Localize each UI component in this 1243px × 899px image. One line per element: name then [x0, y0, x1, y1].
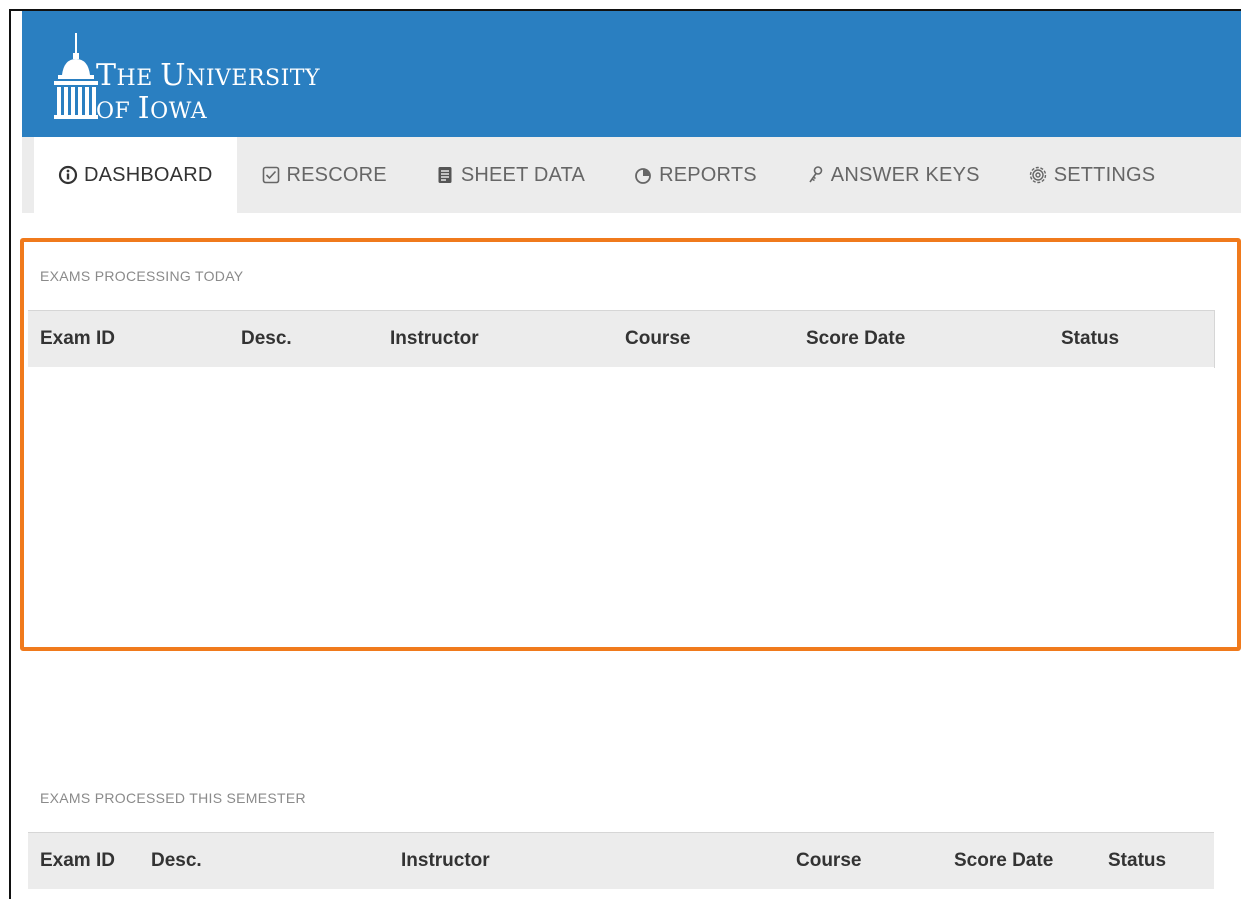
col-status[interactable]: Status	[1061, 311, 1119, 367]
tab-sheet-data-label: SHEET DATA	[460, 163, 586, 186]
col-instructor[interactable]: Instructor	[390, 311, 479, 367]
university-name: THE UNIVERSITY OF IOWA	[96, 61, 320, 127]
col-exam-id[interactable]: Exam ID	[40, 833, 115, 889]
col-score-date[interactable]: Score Date	[806, 311, 905, 367]
exams-today-title: EXAMS PROCESSING TODAY	[40, 268, 244, 284]
table-right-edge	[1214, 310, 1215, 368]
app-header: THE UNIVERSITY OF IOWA	[22, 11, 1241, 137]
old-capitol-dome-icon	[54, 33, 98, 119]
tab-answer-keys-label: ANSWER KEYS	[830, 163, 980, 186]
tab-dashboard-label: DASHBOARD	[84, 163, 213, 186]
tab-sheet-data[interactable]: SHEET DATA	[411, 137, 609, 213]
checkbox-icon	[261, 165, 281, 185]
col-course[interactable]: Course	[796, 833, 861, 889]
exams-today-table-header: Exam ID Desc. Instructor Course Score Da…	[28, 310, 1214, 367]
main-nav: DASHBOARD RESCORE SHEET DATA REPORTS ANS…	[22, 137, 1241, 213]
pie-chart-icon	[633, 165, 653, 185]
tab-dashboard[interactable]: DASHBOARD	[34, 137, 237, 213]
col-status[interactable]: Status	[1108, 833, 1166, 889]
tab-rescore[interactable]: RESCORE	[237, 137, 411, 213]
university-logo[interactable]: THE UNIVERSITY OF IOWA	[52, 29, 372, 129]
exams-semester-title: EXAMS PROCESSED THIS SEMESTER	[40, 790, 306, 806]
col-course[interactable]: Course	[625, 311, 690, 367]
tab-settings[interactable]: SETTINGS	[1004, 137, 1180, 213]
col-desc[interactable]: Desc.	[151, 833, 202, 889]
col-score-date[interactable]: Score Date	[954, 833, 1053, 889]
col-desc[interactable]: Desc.	[241, 311, 292, 367]
tab-reports[interactable]: REPORTS	[609, 137, 781, 213]
tab-settings-label: SETTINGS	[1053, 163, 1156, 186]
key-icon	[805, 165, 825, 185]
brand-line-1: THE UNIVERSITY	[96, 58, 320, 93]
exams-semester-table-header: Exam ID Desc. Instructor Course Score Da…	[28, 832, 1214, 889]
col-exam-id[interactable]: Exam ID	[40, 311, 115, 367]
info-circle-icon	[58, 165, 78, 185]
tab-answer-keys[interactable]: ANSWER KEYS	[781, 137, 1004, 213]
document-icon	[435, 165, 455, 185]
col-instructor[interactable]: Instructor	[401, 833, 490, 889]
tab-reports-label: REPORTS	[659, 163, 757, 186]
tab-rescore-label: RESCORE	[286, 163, 387, 186]
brand-line-2: OF IOWA	[96, 91, 208, 126]
gear-icon	[1028, 165, 1048, 185]
